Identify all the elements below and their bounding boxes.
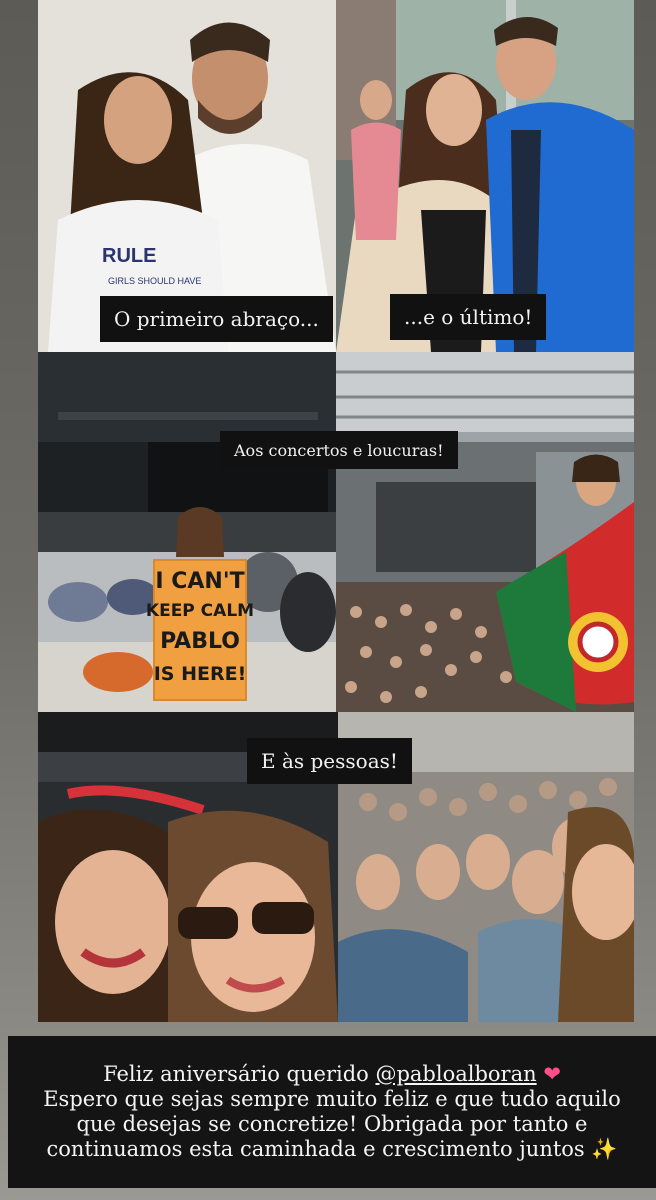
sign-line-4: IS HERE! <box>154 663 247 685</box>
caption-line-1: Feliz aniversário querido @pabloalboran … <box>103 1062 561 1087</box>
caption-box: Feliz aniversário querido @pabloalboran … <box>8 1036 656 1188</box>
label-people: E às pessoas! <box>247 738 412 784</box>
sign-line-3: PABLO <box>160 629 240 654</box>
svg-text:RULE: RULE <box>102 245 156 267</box>
sign-line-1: I CAN'T <box>155 569 244 594</box>
caption-line-3: que desejas se concretize! Obrigada por … <box>76 1112 588 1136</box>
svg-text:GIRLS SHOULD HAVE: GIRLS SHOULD HAVE <box>108 276 201 286</box>
sign-line-2: KEEP CALM <box>146 601 254 621</box>
mention-link[interactable]: @pabloalboran <box>375 1062 536 1086</box>
caption-line-2: Espero que sejas sempre muito feliz e qu… <box>43 1087 621 1111</box>
caption-closing: continuamos esta caminhada e crescimento… <box>46 1137 592 1161</box>
photo-concert-flag <box>336 352 634 712</box>
sparkle-icon: ✨ <box>591 1137 618 1161</box>
caption-line-4: continuamos esta caminhada e crescimento… <box>46 1137 617 1162</box>
label-concerts: Aos concertos e loucuras! <box>220 431 458 469</box>
heart-icon: ❤ <box>543 1062 561 1086</box>
caption-greeting: Feliz aniversário querido <box>103 1062 376 1086</box>
photo-concert-sign: I CAN'T KEEP CALM PABLO IS HERE! <box>38 352 336 712</box>
label-last: ...e o último! <box>390 294 547 340</box>
label-first-hug: O primeiro abraço... <box>100 296 333 342</box>
